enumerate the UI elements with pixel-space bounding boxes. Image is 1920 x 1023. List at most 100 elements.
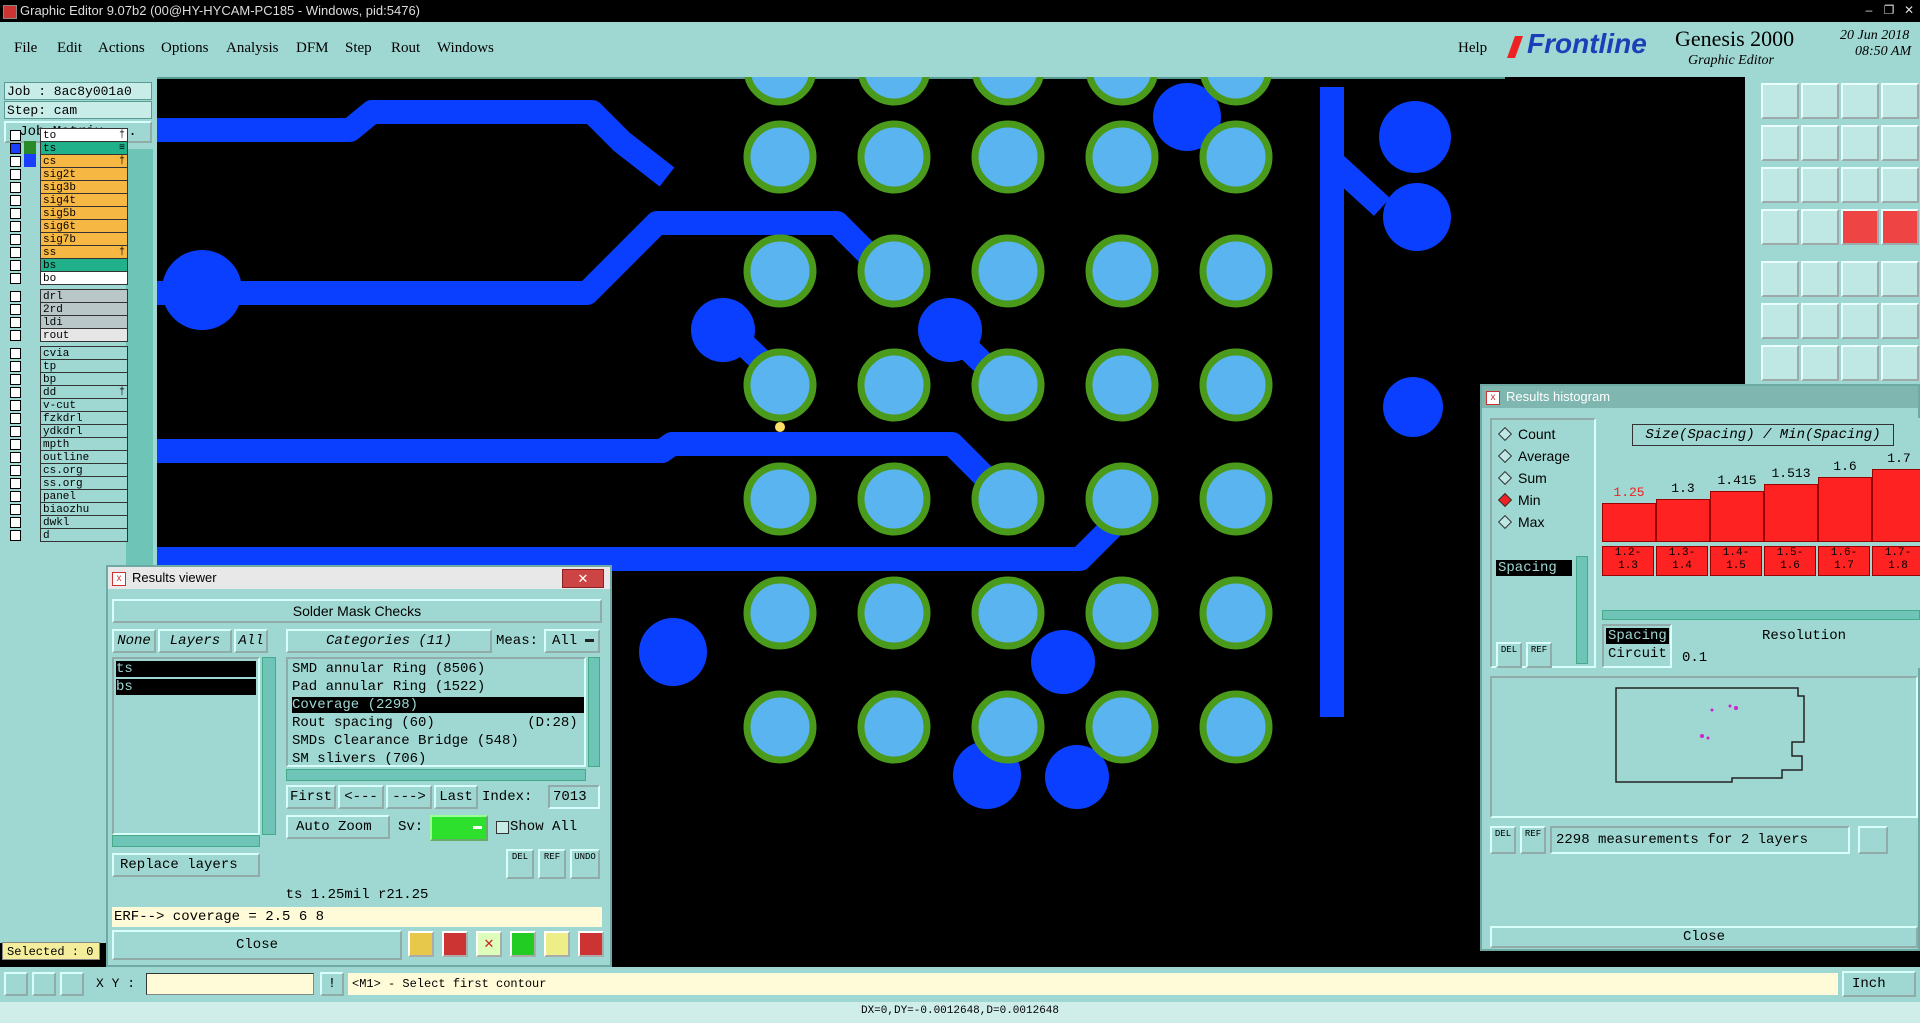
category-item[interactable]: SMDs Clearance Bridge (548)	[292, 733, 519, 749]
result-layers-list[interactable]: ts bs	[112, 657, 260, 835]
connect-icon[interactable]	[1841, 303, 1879, 339]
auto-zoom-dropdown[interactable]: Auto Zoom	[286, 815, 390, 839]
layer-name[interactable]: dwkl	[40, 515, 128, 529]
layer-checkbox[interactable]	[10, 413, 21, 424]
categories-scrollbar[interactable]	[588, 657, 600, 767]
report-icon[interactable]	[408, 931, 434, 957]
sv-color-dropdown[interactable]	[430, 815, 488, 841]
layer-name[interactable]: ldi	[40, 315, 128, 329]
layer-name[interactable]: bp	[40, 372, 128, 386]
layer-name[interactable]: ss †	[40, 245, 128, 259]
category-item[interactable]: Rout spacing (60) (D:28)	[292, 715, 578, 731]
stat-option-min[interactable]: Min	[1497, 492, 1541, 508]
category-item[interactable]: SM slivers (706)	[292, 751, 426, 767]
layer-down-icon[interactable]	[1881, 209, 1919, 245]
top-icon[interactable]	[1761, 83, 1799, 119]
menu-file[interactable]: File	[14, 40, 37, 57]
categories-list[interactable]: SMD annular Ring (8506) Pad annular Ring…	[286, 657, 586, 767]
layer-checkbox[interactable]	[10, 143, 21, 154]
layer-checkbox[interactable]	[10, 530, 21, 541]
units-dropdown[interactable]: Inch	[1842, 971, 1916, 997]
layer-checkbox[interactable]	[10, 130, 21, 141]
line-icon[interactable]	[1841, 261, 1879, 297]
category-item-selected[interactable]: Coverage (2298)	[292, 697, 584, 713]
layer-checkbox[interactable]	[10, 247, 21, 258]
layer-name[interactable]: d	[40, 528, 128, 542]
layer-checkbox[interactable]	[10, 156, 21, 167]
move-right-icon[interactable]	[1801, 125, 1839, 161]
minimize-button[interactable]: –	[1860, 2, 1878, 18]
histogram-hscrollbar[interactable]	[1602, 610, 1920, 620]
probe-icon[interactable]	[1801, 209, 1839, 245]
layer-name[interactable]: sig5b	[40, 206, 128, 220]
layer-name[interactable]: biaozhu	[40, 502, 128, 516]
draw-line-icon[interactable]	[1761, 345, 1799, 381]
menu-help[interactable]: Help	[1458, 40, 1487, 57]
hist-del-button[interactable]: DEL	[1496, 642, 1522, 668]
layer-checkbox[interactable]	[10, 234, 21, 245]
layer-name[interactable]: drl	[40, 289, 128, 303]
histogram-bar[interactable]	[1656, 499, 1710, 542]
layer-name[interactable]: dd †	[40, 385, 128, 399]
layer-checkbox[interactable]	[10, 330, 21, 341]
histogram-close-button[interactable]: Close	[1490, 926, 1918, 948]
layer-checkbox[interactable]	[10, 387, 21, 398]
select-pad-icon[interactable]	[1761, 261, 1799, 297]
last-button[interactable]: Last	[434, 785, 478, 809]
list-item[interactable]: bs	[116, 679, 256, 695]
layer-checkbox[interactable]	[10, 465, 21, 476]
split-icon[interactable]	[1881, 303, 1919, 339]
close-window-button[interactable]: ✕	[1900, 2, 1918, 18]
list-item[interactable]: ts	[116, 661, 256, 677]
layer-checkbox[interactable]	[10, 291, 21, 302]
layer-name[interactable]: rout	[40, 328, 128, 342]
select-area-icon[interactable]	[1801, 261, 1839, 297]
menu-dfm[interactable]: DFM	[296, 40, 329, 57]
next-button[interactable]: --->	[386, 785, 432, 809]
menu-step[interactable]: Step	[345, 40, 372, 57]
delete-all-icon[interactable]: ✕	[476, 931, 502, 957]
arc-icon[interactable]	[1841, 345, 1879, 381]
layers-button[interactable]: Layers	[158, 629, 232, 653]
layer-name[interactable]: tp	[40, 359, 128, 373]
layer-checkbox[interactable]	[10, 491, 21, 502]
menu-windows[interactable]: Windows	[437, 40, 494, 57]
solder-mask-checks-header[interactable]: Solder Mask Checks	[112, 599, 602, 623]
histogram-bar[interactable]	[1818, 477, 1872, 542]
info-icon[interactable]: !	[320, 972, 344, 996]
undo-button[interactable]: UNDO	[570, 849, 600, 879]
layer-checkbox[interactable]	[10, 221, 21, 232]
meas-dropdown[interactable]: All	[544, 629, 600, 653]
layer-checkbox[interactable]	[10, 169, 21, 180]
board-preview[interactable]	[1490, 676, 1918, 818]
results-close-button[interactable]: Close	[112, 930, 402, 960]
layer-checkbox[interactable]	[10, 452, 21, 463]
menu-options[interactable]: Options	[161, 40, 209, 57]
layer-name[interactable]: 2rd	[40, 302, 128, 316]
xy-input[interactable]	[146, 973, 314, 995]
size-by-list[interactable]: Spacing Circuit	[1602, 624, 1672, 668]
preview-ref-button[interactable]: REF	[1520, 826, 1546, 854]
drill-icon[interactable]	[1881, 261, 1919, 297]
layer-name[interactable]: bs	[40, 258, 128, 272]
layer-checkbox[interactable]	[10, 517, 21, 528]
histogram-list-item[interactable]: Spacing	[1496, 560, 1572, 576]
move-left-icon[interactable]	[1761, 125, 1799, 161]
layers-hscrollbar[interactable]	[112, 835, 260, 847]
menu-analysis[interactable]: Analysis	[226, 40, 279, 57]
first-button[interactable]: First	[286, 785, 336, 809]
bottom-icon[interactable]	[1801, 83, 1839, 119]
maximize-button[interactable]: ❐	[1880, 2, 1898, 18]
help-icon[interactable]	[1881, 167, 1919, 203]
none-button[interactable]: None	[112, 629, 156, 653]
index-input[interactable]: 7013	[548, 785, 600, 809]
snap-icon[interactable]	[4, 972, 28, 996]
layer-up-icon[interactable]	[1841, 209, 1879, 245]
hist-ref-button[interactable]: REF	[1526, 642, 1552, 668]
histogram-bar[interactable]	[1764, 484, 1818, 542]
layer-name[interactable]: to †	[40, 128, 128, 142]
measure-icon[interactable]	[1761, 209, 1799, 245]
layer-name[interactable]: ts ≡	[40, 141, 128, 155]
layer-row-bo[interactable]: bo	[8, 271, 128, 286]
all-button[interactable]: All	[234, 629, 268, 653]
